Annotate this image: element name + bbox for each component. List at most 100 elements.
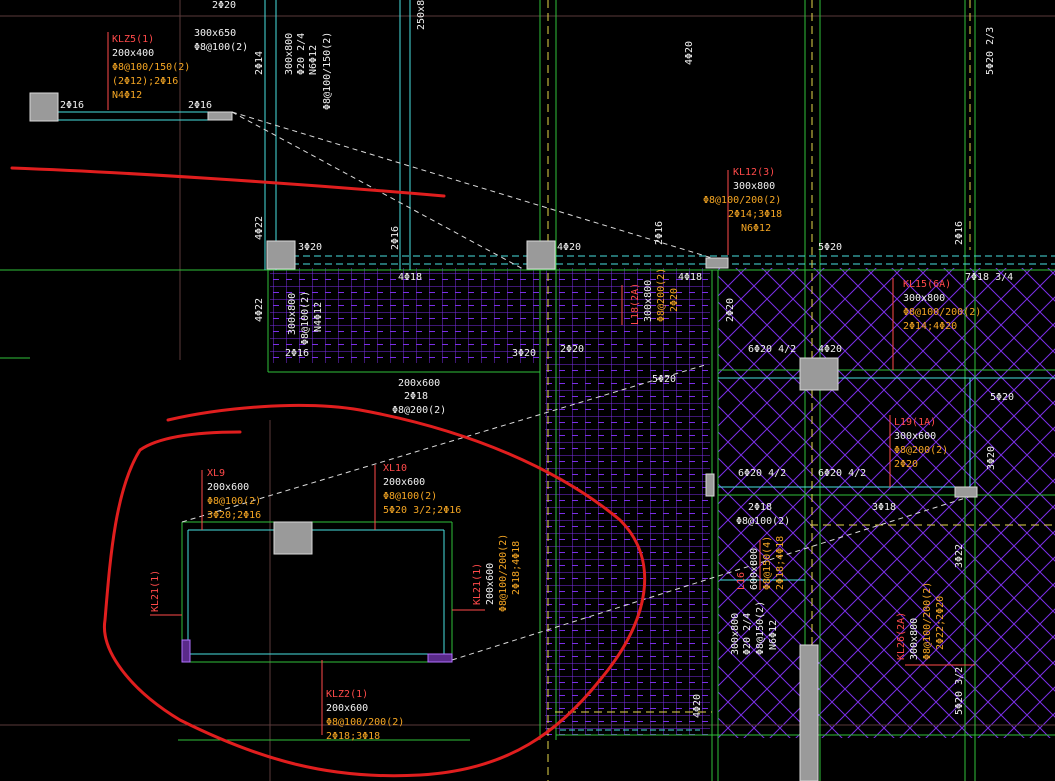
beam-stirrup: Φ8@200(2) (894, 445, 948, 456)
column-end (427, 653, 453, 663)
beam-stirrup: Φ8@200(2) (392, 405, 446, 416)
beam-size: 200x600 (326, 703, 368, 714)
beam-name: KL12(3) (733, 167, 775, 178)
beam-name: KLZ2(1) (326, 689, 368, 700)
klz5-annotation: KLZ5(1) 200x400 Φ8@100/150(2) (2Φ12);2Φ1… (60, 34, 212, 111)
rebar-label: 6Φ20 4/2 (818, 468, 866, 479)
rebar-label: 4Φ20 (557, 242, 581, 253)
beam-size: 300x800 (733, 181, 775, 192)
column (266, 240, 296, 270)
beam-size: 200x600 (485, 563, 496, 605)
column (799, 644, 819, 781)
rebar-label: 3Φ20 (298, 242, 322, 253)
beam-bars: 2Φ14;4Φ20 (903, 321, 957, 332)
column (526, 240, 556, 270)
rebar-label: 2Φ20 (212, 0, 236, 11)
rebar-label: 2Φ20 (725, 298, 736, 322)
beam-name: KL15(6A) (903, 279, 951, 290)
rebar-label: 6Φ20 4/2 (748, 344, 796, 355)
rebar-label: 300x800 (287, 293, 298, 335)
rebar-label: 4Φ20 (684, 41, 695, 65)
column (273, 521, 313, 555)
rebar-label: 4Φ22 (254, 216, 265, 240)
slab-hatch-grid-lower (545, 363, 710, 735)
rebar-label: 3Φ22 (954, 544, 965, 568)
beam-size: 300x600 (894, 431, 936, 442)
beam-stirrup: Φ8@100/200(2) (922, 582, 933, 660)
rebar-label: 4Φ20 (692, 694, 703, 718)
beam-stirrup: Φ8@100/200(2) (703, 195, 781, 206)
beam-bars: 2Φ20 (894, 459, 918, 470)
rebar-label: 2Φ16 (60, 100, 84, 111)
rebar-label: Φ8@150(2) (755, 601, 766, 655)
beam-size: 300x800 (909, 618, 920, 660)
beam-bars: 2Φ18;3Φ18 (326, 731, 380, 742)
rebar-label: Φ20 2/4 (296, 33, 307, 75)
beam-name: XL9 (207, 468, 225, 479)
rebar-label: 6Φ20 4/2 (738, 468, 786, 479)
rebar-label: 5Φ20 (990, 392, 1014, 403)
kl12-annotation: KL12(3) 300x800 Φ8@100/200(2) 2Φ14;3Φ18 … (703, 167, 782, 234)
rebar-label: 5Φ20 (818, 242, 842, 253)
beam-name: XL10 (383, 463, 407, 474)
beam-side-bars: N4Φ12 (112, 90, 142, 101)
column (705, 257, 729, 269)
beam-bars: (2Φ12);2Φ16 (112, 76, 178, 87)
kl22-annotation: KLZ2(1) 200x600 Φ8@100/200(2) 2Φ18;3Φ18 (326, 689, 404, 742)
rebar-label: 7Φ18 3/4 (965, 272, 1013, 283)
beam-stirrup: Φ8@100/150(2) (112, 62, 190, 73)
beam-bars: 2Φ18 (404, 391, 428, 402)
column (207, 111, 233, 121)
beam-bars: 2Φ14;3Φ18 (728, 209, 782, 220)
beam-stirrup: Φ8@100(2) (207, 496, 261, 507)
beam-stirrup: Φ8@200(2) (656, 268, 667, 322)
beam-bars: 2Φ22;2Φ20 (935, 596, 946, 650)
rebar-label: 300x800 (284, 33, 295, 75)
rebar-label: 2Φ20 (560, 344, 584, 355)
cad-drawing-canvas: 2Φ20 300x650 Φ8@100(2) 2Φ14 300x800 Φ20 … (0, 0, 1055, 781)
beam-name: KL21(1) (150, 570, 161, 612)
rebar-label: N4Φ12 (313, 302, 324, 332)
rebar-label: 5Φ20 3/2 (954, 667, 965, 715)
beam-name: KL26(2A) (896, 612, 907, 660)
rebar-label: 300x800 (730, 613, 741, 655)
column-end (181, 639, 191, 663)
xl10-annotation: XL10 200x600 Φ8@100(2) 5Φ20 3/2;2Φ16 (383, 463, 461, 516)
beam-stirrup: Φ8@100/200(2) (903, 307, 981, 318)
beam200-annotation: 200x600 2Φ18 Φ8@200(2) (392, 378, 446, 416)
beam-name: KLZ5(1) (112, 34, 154, 45)
beam-side-bars: N6Φ12 (741, 223, 771, 234)
rebar-label: 2Φ16 (188, 100, 212, 111)
rebar-label: 2Φ16 (390, 226, 401, 250)
beam-size: 200x600 (383, 477, 425, 488)
beam-stirrup: Φ8@100(2) (383, 491, 437, 502)
rebar-label: Φ8@100/150(2) (322, 32, 333, 110)
beam-bars: 3Φ20;2Φ16 (207, 510, 261, 521)
rebar-label: 4Φ20 (818, 344, 842, 355)
rebar-label: 2Φ16 (654, 221, 665, 245)
beam-size: 200x600 (207, 482, 249, 493)
markup-strike-line (10, 166, 446, 198)
rebar-label: Φ20 2/4 (742, 613, 753, 655)
rebar-label: 3Φ20 (512, 348, 536, 359)
rebar-label: 3Φ18 (872, 502, 896, 513)
beam-name: KL21(1) (472, 563, 483, 605)
column (29, 92, 59, 122)
beam-stirrup: Φ8@100/200(2) (498, 534, 509, 612)
beam-bars: 2Φ20 (669, 288, 680, 312)
beam-stirrup: Φ8@150(4) (762, 536, 773, 590)
rebar-label: Φ8@100(2) (736, 516, 790, 527)
rebar-label: Φ8@100(2) (194, 42, 248, 53)
rebar-label: 4Φ22 (254, 298, 265, 322)
beam-size: 200x400 (112, 48, 154, 59)
rebar-label: 5Φ20 (652, 374, 676, 385)
beam-size: 300x800 (643, 280, 654, 322)
rebar-label: 2Φ16 (954, 221, 965, 245)
beam-size: 200x600 (398, 378, 440, 389)
rebar-label: 4Φ18 (678, 272, 702, 283)
beam-bars: 2Φ18;4Φ18 (511, 541, 522, 595)
beam-size: 300x800 (903, 293, 945, 304)
beam-name: L16 (736, 572, 747, 590)
rebar-label: 4Φ18 (398, 272, 422, 283)
rebar-label: 250x800 (416, 0, 427, 30)
